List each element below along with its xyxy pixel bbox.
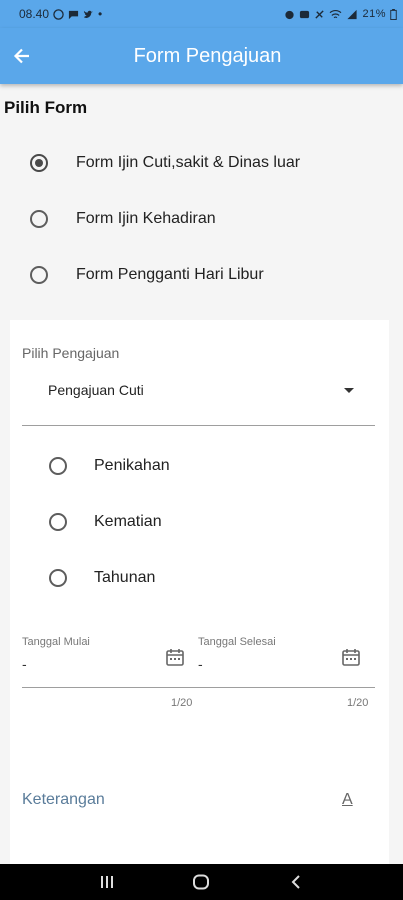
end-date-label: Tanggal Selesai — [198, 636, 276, 648]
radio-icon[interactable] — [30, 266, 48, 284]
dot-icon: • — [98, 7, 103, 21]
signal-icon — [347, 9, 358, 19]
home-button[interactable] — [189, 872, 213, 892]
start-date-label: Tanggal Mulai — [22, 636, 90, 648]
form-option-cuti[interactable]: Form Ijin Cuti,sakit & Dinas luar — [30, 154, 300, 172]
radio-icon[interactable] — [30, 154, 48, 172]
status-bar: 08.40 • 21% — [0, 0, 403, 28]
radio-icon[interactable] — [49, 513, 67, 531]
text-format-icon: A — [342, 791, 353, 808]
type-option-penikahan[interactable]: Penikahan — [49, 457, 170, 475]
form-section-title: Pilih Form — [4, 98, 88, 117]
end-date-input[interactable]: - — [198, 656, 203, 672]
system-nav-bar — [0, 864, 403, 900]
battery-icon — [390, 8, 397, 20]
vibrate-icon — [315, 9, 325, 19]
pengajuan-caption: Pilih Pengajuan — [22, 345, 120, 361]
calendar-icon[interactable] — [341, 647, 361, 667]
form-option-label: Form Pengganti Hari Libur — [76, 266, 264, 283]
type-option-kematian[interactable]: Kematian — [49, 513, 162, 531]
battery-percent: 21% — [362, 8, 386, 20]
arrow-left-icon — [13, 48, 29, 64]
chat-icon — [68, 10, 79, 19]
type-option-label: Penikahan — [94, 457, 170, 474]
keterangan-input[interactable]: Keterangan — [22, 791, 105, 809]
end-date-counter: 1/20 — [347, 697, 369, 709]
wifi-icon — [330, 9, 342, 18]
select-underline — [22, 425, 375, 426]
recent-apps-icon — [101, 876, 114, 888]
mute-icon — [300, 10, 310, 18]
recent-apps-button[interactable] — [95, 872, 119, 892]
form-option-pengganti[interactable]: Form Pengganti Hari Libur — [30, 266, 264, 284]
status-time: 08.40 — [19, 7, 50, 21]
type-option-label: Tahunan — [94, 569, 156, 586]
start-date-input[interactable]: - — [22, 656, 27, 672]
home-icon — [193, 874, 210, 890]
twitter-icon — [83, 10, 94, 18]
start-date-counter: 1/20 — [171, 697, 193, 709]
back-nav-button[interactable] — [284, 872, 308, 892]
pengajuan-select[interactable]: Pengajuan Cuti — [48, 382, 144, 398]
type-option-tahunan[interactable]: Tahunan — [49, 569, 155, 587]
radio-icon[interactable] — [49, 457, 67, 475]
radio-icon[interactable] — [49, 569, 67, 587]
page-title: Form Pengajuan — [133, 44, 282, 67]
end-date-underline — [198, 687, 375, 688]
radio-icon[interactable] — [30, 210, 48, 228]
form-option-kehadiran[interactable]: Form Ijin Kehadiran — [30, 210, 216, 228]
calendar-icon[interactable] — [165, 647, 185, 667]
type-option-label: Kematian — [94, 513, 162, 530]
start-date-underline — [22, 687, 198, 688]
dropdown-arrow-icon[interactable] — [344, 388, 354, 393]
form-option-label: Form Ijin Kehadiran — [76, 210, 216, 227]
back-button[interactable] — [6, 40, 38, 72]
app-bar: Form Pengajuan — [0, 28, 403, 84]
form-option-label: Form Ijin Cuti,sakit & Dinas luar — [76, 154, 301, 171]
whatsapp-icon — [53, 8, 64, 20]
chevron-left-icon — [291, 875, 300, 889]
alarm-icon — [285, 10, 295, 19]
